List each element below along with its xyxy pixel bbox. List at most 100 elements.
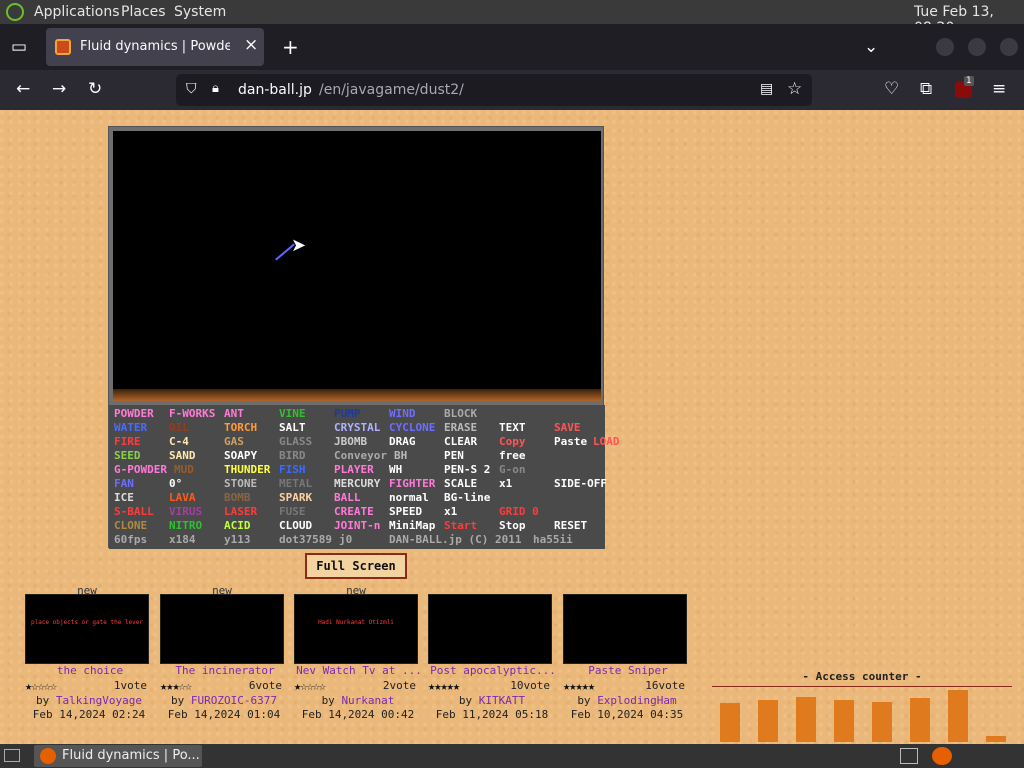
list-tabs-icon[interactable]: ⌄ [864,39,878,56]
upload-title[interactable]: Nev Watch Tv at ... [294,664,424,677]
menu-item[interactable]: WH [389,463,402,477]
menu-item[interactable]: BG-line [444,491,490,505]
menu-item[interactable]: CLEAR [444,435,477,449]
places-menu[interactable]: Places [121,4,166,20]
menu-item[interactable]: BOMB [224,491,251,505]
author-link[interactable]: TalkingVoyage [56,694,142,707]
author-link[interactable]: KITKATT [479,694,525,707]
menu-item[interactable]: MiniMap [389,519,435,533]
menu-item[interactable]: DAN-BALL.jp (C) 2011 [389,533,521,547]
menu-item[interactable]: CLOUD [279,519,312,533]
menu-item[interactable]: Conveyor [334,449,387,463]
menu-item[interactable]: BLOCK [444,407,477,421]
menu-item[interactable]: CREATE [334,505,374,519]
upload-thumbnail[interactable] [160,594,284,664]
menu-item[interactable]: FUSE [279,505,306,519]
reader-view-icon[interactable]: ▤ [760,82,773,96]
author-link[interactable]: ExplodingHam [597,694,676,707]
author-link[interactable]: Nurkanat [341,694,394,707]
menu-item[interactable]: GLASS [279,435,312,449]
menu-item[interactable]: OIL [169,421,189,435]
menu-item[interactable]: METAL [279,477,312,491]
menu-item[interactable]: NITRO [169,519,202,533]
menu-item[interactable]: VINE [279,407,306,421]
menu-item[interactable]: WIND [389,407,416,421]
menu-item[interactable]: SAND [169,449,196,463]
menu-item[interactable]: SEED [114,449,141,463]
menu-item[interactable]: ICE [114,491,134,505]
menu-item[interactable]: Stop [499,519,526,533]
game-canvas[interactable]: ➤ [113,131,601,401]
menu-item[interactable]: FIGHTER [389,477,435,491]
taskbar-window-firefox[interactable]: Fluid dynamics | Po... [34,745,202,767]
menu-item[interactable]: TORCH [224,421,257,435]
shield-icon[interactable]: ⛉ [186,82,197,96]
menu-item[interactable]: PEN-S 2 [444,463,490,477]
menu-item[interactable]: PLAYER [334,463,374,477]
system-menu[interactable]: System [174,4,226,20]
menu-item[interactable]: WATER [114,421,147,435]
window-minimize-icon[interactable] [936,38,954,56]
menu-item[interactable]: FAN [114,477,134,491]
menu-item[interactable]: MUD [174,463,194,477]
menu-item[interactable]: FISH [279,463,306,477]
menu-item[interactable]: BIRD [279,449,306,463]
menu-item[interactable]: GRID 0 [499,505,539,519]
menu-item[interactable]: G-POWDER [114,463,167,477]
menu-item[interactable]: CRYSTAL [334,421,380,435]
menu-item[interactable]: G-on [499,463,526,477]
upload-thumbnail[interactable] [428,594,552,664]
menu-item[interactable]: VIRUS [169,505,202,519]
menu-item[interactable]: S-BALL [114,505,154,519]
address-bar[interactable]: ⛉ 🔒︎ dan-ball.jp /en/javagame/dust2/ ▤ ☆ [176,74,812,106]
lock-icon[interactable]: 🔒︎ [212,82,219,95]
forward-icon[interactable]: → [52,81,66,98]
menu-item[interactable]: normal [389,491,429,505]
firefox-launcher-icon[interactable] [932,747,952,765]
rating-stars[interactable]: ★☆☆☆☆ [294,679,326,693]
show-desktop-icon[interactable] [4,749,20,762]
powder-game-applet[interactable]: ➤ POWDER F-WORKS ANT VINE PUMP WIND BLOCK WATER… [108,126,620,549]
menu-item[interactable]: ha55ii [533,533,573,547]
menu-item[interactable]: SPARK [279,491,312,505]
author-link[interactable]: FUROZOIC-6377 [191,694,277,707]
menu-item[interactable]: C-4 [169,435,189,449]
upload-thumbnail[interactable]: place objects or gate the lever [25,594,149,664]
upload-title[interactable]: Paste Sniper [563,664,693,677]
pocket-icon[interactable]: ♡ [884,81,899,98]
menu-item[interactable]: BALL [334,491,361,505]
menu-item[interactable]: y113 [224,533,251,547]
menu-item[interactable]: free [499,449,526,463]
bookmark-star-icon[interactable]: ☆ [787,81,802,98]
menu-item[interactable]: 60fps [114,533,147,547]
close-tab-icon[interactable]: × [244,35,258,55]
window-maximize-icon[interactable] [968,38,986,56]
tab-overview-icon[interactable]: ▭ [11,39,27,56]
menu-item[interactable]: dot37589 [279,533,332,547]
upload-title[interactable]: The incinerator [160,664,290,677]
menu-item[interactable]: SIDE-OFF [554,477,607,491]
menu-item[interactable]: FIRE [114,435,141,449]
menu-item[interactable]: RESET [554,519,587,533]
menu-item[interactable]: POWDER [114,407,154,421]
menu-item[interactable]: j0 [339,533,352,547]
menu-item[interactable]: 0° [169,477,182,491]
menu-item[interactable]: SPEED [389,505,422,519]
menu-item[interactable]: LAVA [169,491,196,505]
rating-stars[interactable]: ★★★☆☆ [160,679,192,693]
menu-item[interactable]: SCALE [444,477,477,491]
tab-powder-game[interactable]: Fluid dynamics | Powder Game × [46,28,264,66]
menu-item[interactable]: CYCLONE [389,421,435,435]
upload-title[interactable]: Post apocalyptic... [428,664,558,677]
upload-thumbnail[interactable] [563,594,687,664]
full-screen-button[interactable]: Full Screen [305,553,407,579]
menu-item[interactable]: Start [444,519,477,533]
new-tab-icon[interactable]: + [282,37,299,57]
menu-item[interactable]: PUMP [334,407,361,421]
upload-title[interactable]: the choice [25,664,155,677]
menu-item[interactable]: JBOMB [334,435,367,449]
rating-stars[interactable]: ★☆☆☆☆ [25,679,57,693]
menu-item[interactable]: Copy [499,435,526,449]
distro-logo-icon[interactable] [6,3,24,21]
menu-item[interactable]: x184 [169,533,196,547]
